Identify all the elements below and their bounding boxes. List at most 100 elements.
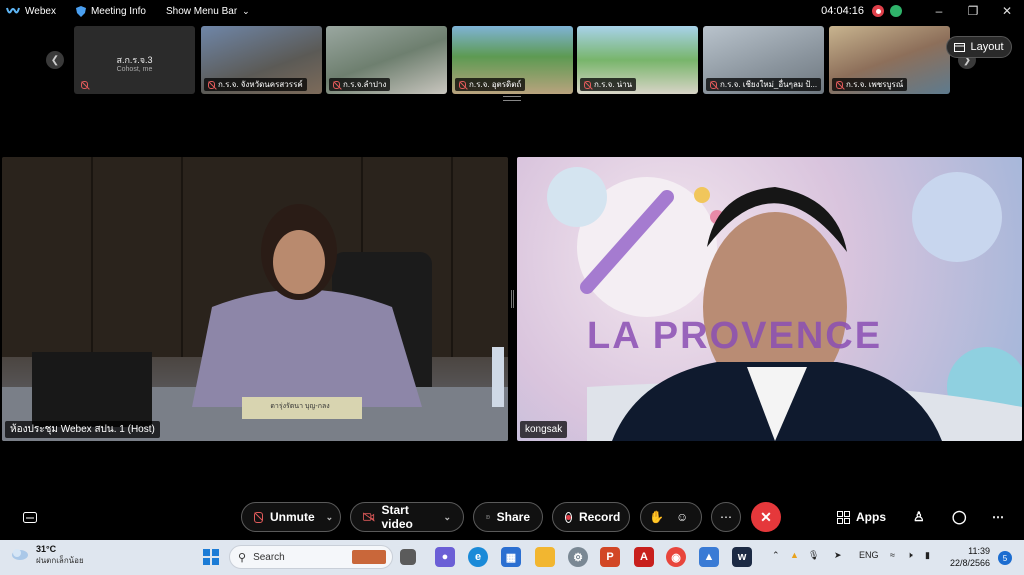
start-video-button[interactable]: Start video ⌄ (350, 502, 464, 532)
nameplate: ดารุ่งรัตนา บุญ-กลง (270, 403, 330, 410)
wifi-icon[interactable]: ≈ (890, 550, 895, 560)
participant-name: ก.ร.จ. เชียงใหม่_อื่นๆลม ป้... (720, 80, 818, 89)
reactions-group: ✋ ☺ (640, 502, 702, 532)
video-label: ห้องประชุม Webex สปน. 1 (Host) (5, 421, 160, 438)
recording-indicator-icon[interactable] (872, 5, 884, 17)
taskbar-search[interactable]: ⚲ Search (229, 545, 393, 569)
webex-taskbar-icon[interactable]: w (732, 547, 752, 567)
network-health-icon[interactable] (890, 5, 902, 17)
webex-app-menu[interactable]: Webex (6, 6, 56, 17)
edge-icon[interactable]: e (468, 547, 488, 567)
chevron-down-icon[interactable]: ⌄ (326, 512, 334, 523)
minimize-icon[interactable]: – (922, 4, 956, 18)
chrome-icon[interactable]: ◉ (666, 547, 686, 567)
language-indicator[interactable]: ENG (859, 550, 879, 560)
start-button[interactable] (201, 547, 221, 567)
video-splitter-handle[interactable] (511, 290, 514, 308)
self-mic-status (77, 78, 92, 91)
captions-button[interactable] (15, 502, 45, 532)
battery-icon[interactable]: ▮ (925, 550, 930, 561)
chat-button[interactable]: ◯ (952, 502, 967, 532)
captions-icon (23, 511, 37, 523)
microphone-tray-icon[interactable]: 🎙 (808, 550, 819, 561)
host-video-scene (2, 157, 508, 441)
host-video[interactable]: ดารุ่งรัตนา บุญ-กลง ห้องประชุม Webex สปน… (2, 157, 508, 441)
strip-resize-handle[interactable] (503, 96, 521, 101)
meeting-controls: Unmute ⌄ Start video ⌄ Share Record ✋ ☺ … (0, 499, 1024, 535)
clock-date: 22/8/2566 (949, 558, 990, 568)
participant-thumbnail[interactable]: ก.ร.จ. น่าน (577, 26, 698, 94)
show-menu-bar-label: Show Menu Bar (166, 5, 238, 17)
background-banner: LA PROVENCE (587, 315, 883, 357)
participant-thumbnail[interactable]: ก.ร.จ. เพชรบูรณ์ (829, 26, 950, 94)
raise-hand-icon[interactable]: ✋ (649, 510, 664, 524)
layout-icon (954, 42, 966, 52)
more-icon: ⋯ (992, 510, 1004, 524)
system-clock[interactable]: 11:39 22/8/2566 (950, 545, 990, 569)
windows-logo-icon (203, 549, 219, 565)
meeting-info-label: Meeting Info (90, 5, 146, 17)
store-icon[interactable]: ▦ (501, 547, 521, 567)
record-icon (565, 511, 572, 523)
layout-button[interactable]: Layout (946, 36, 1012, 58)
mic-muted-icon (254, 511, 263, 523)
participant-thumbnail[interactable]: ก.ร.จ. เชียงใหม่_อื่นๆลม ป้... (703, 26, 824, 94)
self-role: Cohost, me (116, 66, 153, 73)
task-view-icon[interactable] (400, 549, 416, 565)
acrobat-icon[interactable]: A (634, 547, 654, 567)
self-thumbnail[interactable]: ส.ก.ร.จ.3 Cohost, me (74, 26, 195, 94)
more-icon: ⋯ (720, 510, 732, 524)
weather-widget[interactable]: 31°C ฝนตกเล็กน้อย (10, 544, 84, 566)
show-menu-bar-button[interactable]: Show Menu Bar ⌄ (166, 6, 250, 17)
reactions-icon[interactable]: ☺ (676, 510, 688, 524)
apps-button[interactable]: Apps (837, 502, 886, 532)
participant-thumbnail[interactable]: ก.ร.จ. อุตรดิตถ์ (452, 26, 573, 94)
search-icon: ⚲ (238, 551, 247, 564)
leave-meeting-button[interactable]: ✕ (751, 502, 781, 532)
participant-thumbnail[interactable]: ก.ร.จ.ลำปาง (326, 26, 447, 94)
overflow-menu-button[interactable]: ⋯ (992, 502, 1004, 532)
mic-muted-icon (459, 80, 466, 89)
meeting-info-button[interactable]: Meeting Info (75, 5, 146, 17)
speaker-muted-icon[interactable]: 🕨 (907, 550, 913, 561)
temperature: 31°C (36, 544, 57, 554)
settings-gear-icon[interactable]: ⚙ (568, 547, 588, 567)
participant-name: ก.ร.จ. เพชรบูรณ์ (846, 80, 904, 89)
chevron-down-icon: ⌄ (242, 5, 250, 16)
self-name: ส.ก.ร.จ.3 (116, 55, 153, 65)
scroll-left-button[interactable]: ❮ (46, 51, 64, 69)
location-icon[interactable]: ➤ (834, 550, 842, 561)
record-button[interactable]: Record (552, 502, 630, 532)
participant-video[interactable]: LA PROVENCE kongsak (517, 157, 1022, 441)
participant-name: ก.ร.จ. อุตรดิตถ์ (469, 80, 522, 89)
notification-badge[interactable]: 5 (998, 551, 1012, 565)
teams-chat-icon[interactable]: ● (435, 547, 455, 567)
chat-icon: ◯ (952, 509, 967, 524)
chevron-down-icon[interactable]: ⌄ (443, 512, 451, 523)
powerpoint-icon[interactable]: P (600, 547, 620, 567)
mic-muted-icon (584, 80, 591, 89)
more-options-button[interactable]: ⋯ (711, 502, 741, 532)
cloud-rain-icon (12, 549, 28, 560)
mic-muted-icon (836, 80, 843, 89)
restore-icon[interactable]: ❐ (956, 4, 990, 18)
unmute-button[interactable]: Unmute ⌄ (241, 502, 341, 532)
participant-thumbnail[interactable]: ก.ร.จ. จังหวัดนครสวรรค์ (201, 26, 322, 94)
shield-icon (75, 5, 86, 17)
chevron-up-icon[interactable]: ⌃ (772, 550, 780, 561)
share-button[interactable]: Share (473, 502, 543, 532)
mic-muted-icon (333, 80, 340, 89)
participants-button[interactable]: ♙ (913, 502, 925, 532)
warning-shield-icon[interactable]: ▲ (790, 550, 799, 560)
apps-icon (837, 510, 850, 524)
mic-muted-icon (208, 80, 215, 89)
app-name: Webex (25, 5, 56, 17)
close-icon: ✕ (760, 508, 772, 525)
start-video-label: Start video (381, 503, 413, 531)
record-label: Record (579, 510, 621, 524)
close-window-icon[interactable]: ✕ (990, 4, 1024, 18)
file-explorer-icon[interactable] (535, 547, 555, 567)
photos-icon[interactable]: ▲ (699, 547, 719, 567)
search-highlight-icon (352, 550, 386, 564)
top-bar: Webex Meeting Info Show Menu Bar ⌄ 04:04… (0, 0, 1024, 22)
